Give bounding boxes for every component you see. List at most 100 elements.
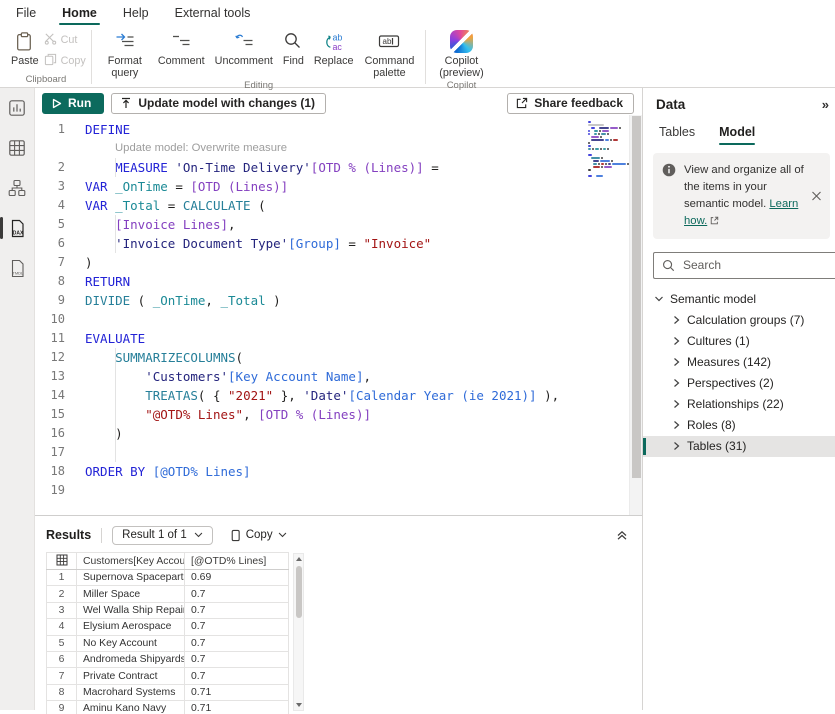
code-line-12[interactable]: 12 SUMMARIZECOLUMNS( (35, 348, 642, 367)
chevron-right-icon (672, 336, 681, 346)
ribbon-tab-help[interactable]: Help (123, 6, 149, 20)
tree-item-relationships-22[interactable]: Relationships (22) (643, 394, 835, 415)
ribbon-group-editing: Format query Comment Uncomment (97, 26, 421, 87)
view-rail: DAX TMDL (0, 88, 35, 710)
update-model-button[interactable]: Update model with changes (1) (111, 93, 326, 114)
line-number: 14 (35, 386, 65, 405)
close-info-button[interactable] (811, 190, 822, 201)
tree-item-measures-142[interactable]: Measures (142) (643, 352, 835, 373)
copy-results-button[interactable]: Copy (223, 527, 293, 544)
collapse-results-button[interactable] (616, 529, 628, 541)
line-number: 10 (35, 310, 65, 329)
data-panel-tab-tables[interactable]: Tables (659, 125, 695, 145)
comment-button[interactable]: Comment (153, 26, 210, 67)
run-button[interactable]: Run (42, 93, 104, 114)
data-panel-tabs: Tables Model (659, 125, 835, 145)
table-grid-icon (47, 553, 77, 570)
command-palette-button[interactable]: ab Command palette (358, 26, 420, 80)
search-icon (662, 259, 675, 272)
model-view-button[interactable] (0, 176, 34, 200)
cut-icon (44, 32, 57, 48)
code-line-13[interactable]: 13 'Customers'[Key Account Name], (35, 367, 642, 386)
code-line-9[interactable]: 9DIVIDE ( _OnTime, _Total ) (35, 291, 642, 310)
result-selector-label: Result 1 of 1 (122, 529, 187, 541)
code-line-5[interactable]: 5 [Invoice Lines], (35, 215, 642, 234)
replace-button[interactable]: abac Replace (309, 26, 359, 67)
tree-item-tables-31[interactable]: Tables (31) (643, 436, 835, 457)
code-line-10[interactable]: 10 (35, 310, 642, 329)
editor-scrollbar[interactable] (629, 115, 642, 515)
line-number: 3 (35, 177, 65, 196)
table-view-button[interactable] (0, 136, 34, 160)
table-row[interactable]: 6Andromeda Shipyards0.7 (47, 651, 289, 667)
result-selector-dropdown[interactable]: Result 1 of 1 (112, 526, 213, 545)
copy-label: Copy (246, 529, 273, 541)
copilot-button[interactable]: Copilot (preview) (431, 26, 491, 80)
results-panel: Results Result 1 of 1 Copy (35, 515, 642, 710)
table-row[interactable]: 8Macrohard Systems0.71 (47, 684, 289, 700)
scroll-down-arrow[interactable] (294, 700, 303, 710)
results-scrollbar-thumb[interactable] (296, 566, 302, 618)
scroll-up-arrow[interactable] (294, 554, 303, 564)
table-row[interactable]: 2Miller Space0.7 (47, 586, 289, 602)
line-number: 2 (35, 158, 65, 177)
code-line-6[interactable]: 6 'Invoice Document Type'[Group] = "Invo… (35, 234, 642, 253)
tree-item-perspectives-2[interactable]: Perspectives (2) (643, 373, 835, 394)
line-number: 11 (35, 329, 65, 348)
collapse-panel-icon[interactable]: » (822, 97, 827, 112)
results-table[interactable]: Customers[Key Account...[@OTD% Lines]1Su… (46, 552, 289, 714)
data-panel-tab-model[interactable]: Model (719, 125, 755, 145)
code-line-14[interactable]: 14 TREATAS( { "2021" }, 'Date'[Calendar … (35, 386, 642, 405)
code-line-15[interactable]: 15 "@OTD% Lines", [OTD % (Lines)] (35, 405, 642, 424)
tree-item-cultures-1[interactable]: Cultures (1) (643, 331, 835, 352)
format-query-button[interactable]: Format query (97, 26, 153, 80)
editor-scrollbar-thumb[interactable] (632, 116, 641, 478)
results-column-header-0[interactable]: Customers[Key Account... (77, 553, 185, 570)
code-line-3[interactable]: 3VAR _OnTime = [OTD (Lines)] (35, 177, 642, 196)
tree-item-roles-8[interactable]: Roles (8) (643, 415, 835, 436)
code-line-1[interactable]: 1DEFINE (35, 120, 642, 139)
code-line-16[interactable]: 16 ) (35, 424, 642, 443)
code-line-18[interactable]: 18ORDER BY [@OTD% Lines] (35, 462, 642, 481)
line-number: 12 (35, 348, 65, 367)
search-input[interactable] (681, 257, 815, 273)
table-row[interactable]: 7Private Contract0.7 (47, 668, 289, 684)
chevron-right-icon (672, 420, 681, 430)
results-scrollbar[interactable] (293, 553, 304, 711)
table-row[interactable]: 5No Key Account0.7 (47, 635, 289, 651)
dax-query-view-button[interactable]: DAX (0, 216, 34, 240)
cut-button[interactable]: Cut (44, 32, 86, 48)
ribbon-tab-external-tools[interactable]: External tools (175, 6, 251, 20)
code-line-2[interactable]: 2 MEASURE 'On-Time Delivery'[OTD % (Line… (35, 158, 642, 177)
uncomment-button[interactable]: Uncomment (210, 26, 278, 67)
code-line-8[interactable]: 8RETURN (35, 272, 642, 291)
comment-icon (171, 29, 191, 53)
chevron-right-icon (672, 399, 681, 409)
code-line-19[interactable]: 19 (35, 481, 642, 500)
copilot-label: Copilot (preview) (436, 55, 486, 80)
tree-item-calculation-groups-7[interactable]: Calculation groups (7) (643, 310, 835, 331)
find-button[interactable]: Find (278, 26, 309, 67)
dax-code-editor[interactable]: 1DEFINEUpdate model: Overwrite measure2 … (35, 115, 642, 515)
results-column-header-1[interactable]: [@OTD% Lines] (185, 553, 289, 570)
results-title: Results (46, 528, 91, 542)
code-line-17[interactable]: 17 (35, 443, 642, 462)
report-view-button[interactable] (0, 96, 34, 120)
ribbon-tab-file[interactable]: File (16, 6, 36, 20)
ribbon-tab-home[interactable]: Home (62, 6, 97, 20)
paste-button[interactable]: Paste (6, 26, 44, 67)
editor-minimap[interactable] (588, 121, 626, 181)
code-line-11[interactable]: 11EVALUATE (35, 329, 642, 348)
find-icon (283, 29, 303, 53)
tree-root-semantic-model[interactable]: Semantic model (643, 289, 835, 310)
code-line-4[interactable]: 4VAR _Total = CALCULATE ( (35, 196, 642, 215)
share-feedback-button[interactable]: Share feedback (507, 93, 634, 114)
table-row[interactable]: 9Aminu Kano Navy0.71 (47, 701, 289, 714)
table-row[interactable]: 4Elysium Aerospace0.7 (47, 619, 289, 635)
code-lens[interactable]: Update model: Overwrite measure (35, 139, 642, 158)
table-row[interactable]: 1Supernova Spaceparts0.69 (47, 570, 289, 586)
code-line-7[interactable]: 7) (35, 253, 642, 272)
tmdl-view-button[interactable]: TMDL (0, 256, 34, 280)
copy-button[interactable]: Copy (44, 53, 86, 69)
table-row[interactable]: 3Wel Walla Ship Repair0.7 (47, 602, 289, 618)
